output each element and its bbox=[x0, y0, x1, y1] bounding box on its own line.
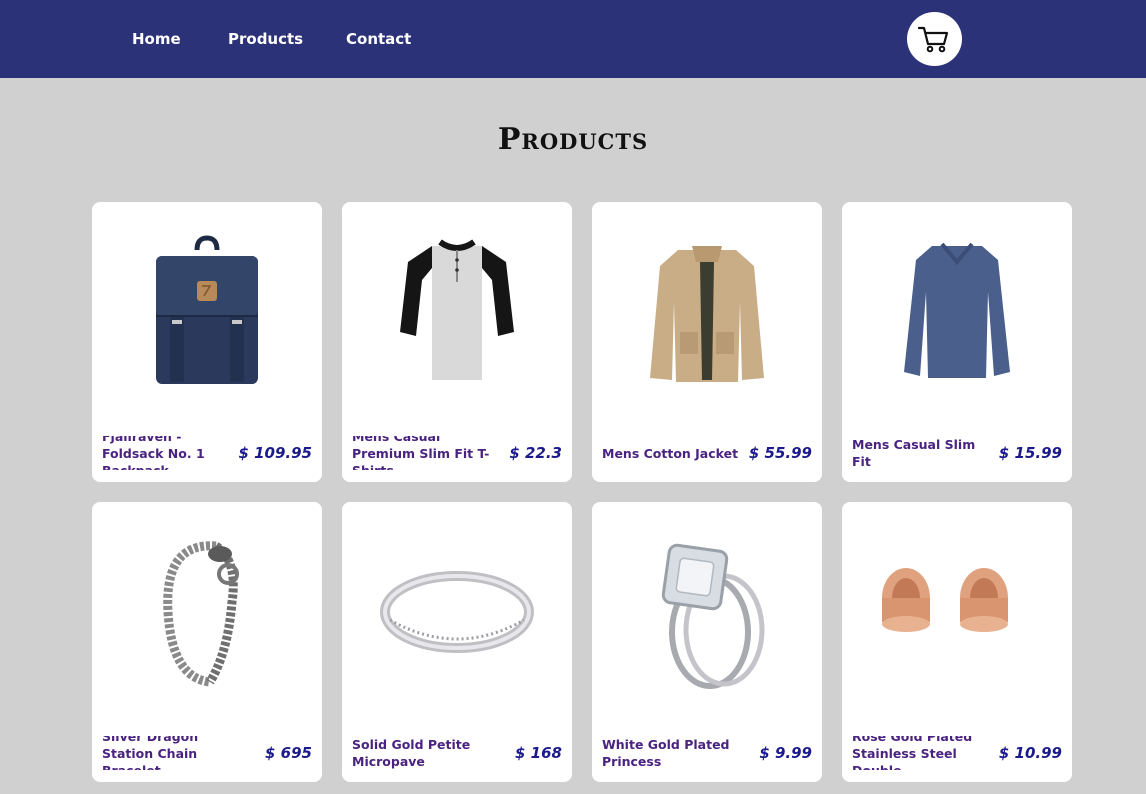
product-title: Rose Gold Plated Stainless Steel Double bbox=[852, 736, 973, 770]
product-price: $ 9.99 bbox=[759, 744, 812, 762]
product-title: Mens Casual Premium Slim Fit T-Shirts bbox=[352, 436, 490, 470]
earrings-image bbox=[882, 568, 1008, 632]
product-card[interactable]: White Gold Plated Princess $ 9.99 bbox=[592, 502, 822, 782]
nav-products-link[interactable]: Products bbox=[228, 30, 303, 48]
product-title: Silver Dragon Station Chain Bracelet bbox=[102, 736, 199, 770]
product-title: Fjallraven - Foldsack No. 1 Backpack bbox=[102, 436, 205, 470]
product-price: $ 55.99 bbox=[748, 444, 812, 462]
diamond-ring-image bbox=[661, 543, 765, 689]
product-card[interactable]: Rose Gold Plated Stainless Steel Double … bbox=[842, 502, 1072, 782]
tshirt-image bbox=[400, 239, 514, 380]
product-price: $ 109.95 bbox=[238, 444, 312, 462]
product-price: $ 10.99 bbox=[998, 744, 1062, 762]
cart-button[interactable] bbox=[907, 12, 962, 66]
product-price: $ 15.99 bbox=[998, 444, 1062, 462]
backpack-image bbox=[156, 235, 258, 384]
product-price: $ 168 bbox=[515, 744, 562, 762]
product-card[interactable]: Fjallraven - Foldsack No. 1 Backpack $ 1… bbox=[92, 202, 322, 482]
product-card[interactable]: Solid Gold Petite Micropave $ 168 bbox=[342, 502, 572, 782]
product-card[interactable]: Silver Dragon Station Chain Bracelet $ 6… bbox=[92, 502, 322, 782]
ring-image bbox=[380, 571, 534, 653]
product-price: $ 695 bbox=[265, 744, 312, 762]
product-card[interactable]: Mens Casual Premium Slim Fit T-Shirts $ … bbox=[342, 202, 572, 482]
jacket-image bbox=[650, 246, 764, 382]
product-price: $ 22.3 bbox=[509, 444, 562, 462]
page-title: Products bbox=[497, 122, 649, 157]
top-navbar: Home Products Contact bbox=[0, 0, 1146, 78]
product-card[interactable]: Mens Casual Slim Fit $ 15.99 bbox=[842, 202, 1072, 482]
shopping-cart-icon bbox=[917, 26, 949, 53]
bracelet-image bbox=[163, 541, 239, 687]
nav-contact-link[interactable]: Contact bbox=[346, 30, 411, 48]
product-title: Mens Cotton Jacket bbox=[602, 445, 739, 461]
product-title: Solid Gold Petite Micropave bbox=[352, 737, 471, 769]
product-card[interactable]: Mens Cotton Jacket $ 55.99 bbox=[592, 202, 822, 482]
nav-home-link[interactable]: Home bbox=[132, 30, 181, 48]
product-title: Mens Casual Slim Fit bbox=[852, 437, 976, 469]
product-title: White Gold Plated Princess bbox=[602, 737, 730, 769]
sweater-image bbox=[904, 242, 1010, 378]
